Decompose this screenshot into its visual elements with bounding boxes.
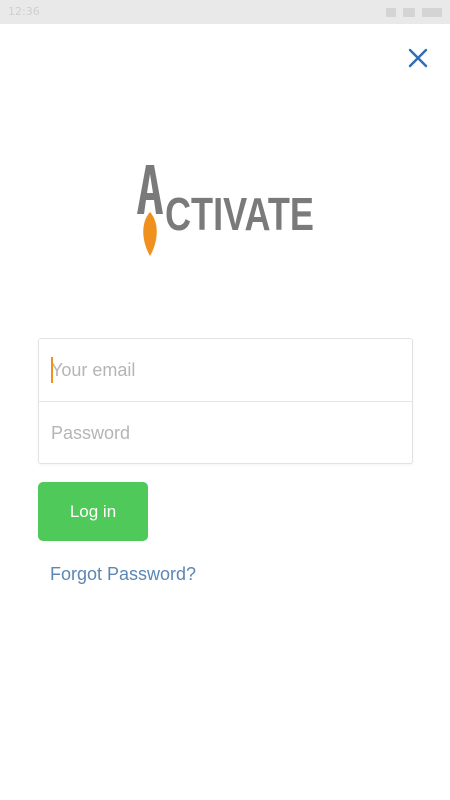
email-field[interactable]	[39, 339, 412, 401]
status-icons	[386, 5, 442, 19]
text-cursor	[51, 357, 53, 383]
logo-text: CTIVATE	[165, 188, 314, 240]
flame-icon	[143, 212, 157, 256]
logo-letter-a	[137, 165, 163, 214]
password-field[interactable]	[39, 402, 412, 463]
battery-icon	[422, 7, 442, 17]
login-screen: 12:36 CTIVATE Log in Forgot Password?	[0, 0, 450, 800]
activate-logo: CTIVATE	[137, 165, 314, 256]
login-form	[38, 338, 413, 464]
forgot-password-link[interactable]: Forgot Password?	[50, 564, 196, 585]
login-button[interactable]: Log in	[38, 482, 148, 541]
status-time: 12:36	[8, 5, 40, 18]
close-button[interactable]	[404, 44, 432, 72]
signal-icon	[386, 7, 396, 17]
close-icon	[408, 48, 428, 68]
wifi-icon	[403, 7, 415, 17]
status-bar: 12:36	[0, 0, 450, 24]
